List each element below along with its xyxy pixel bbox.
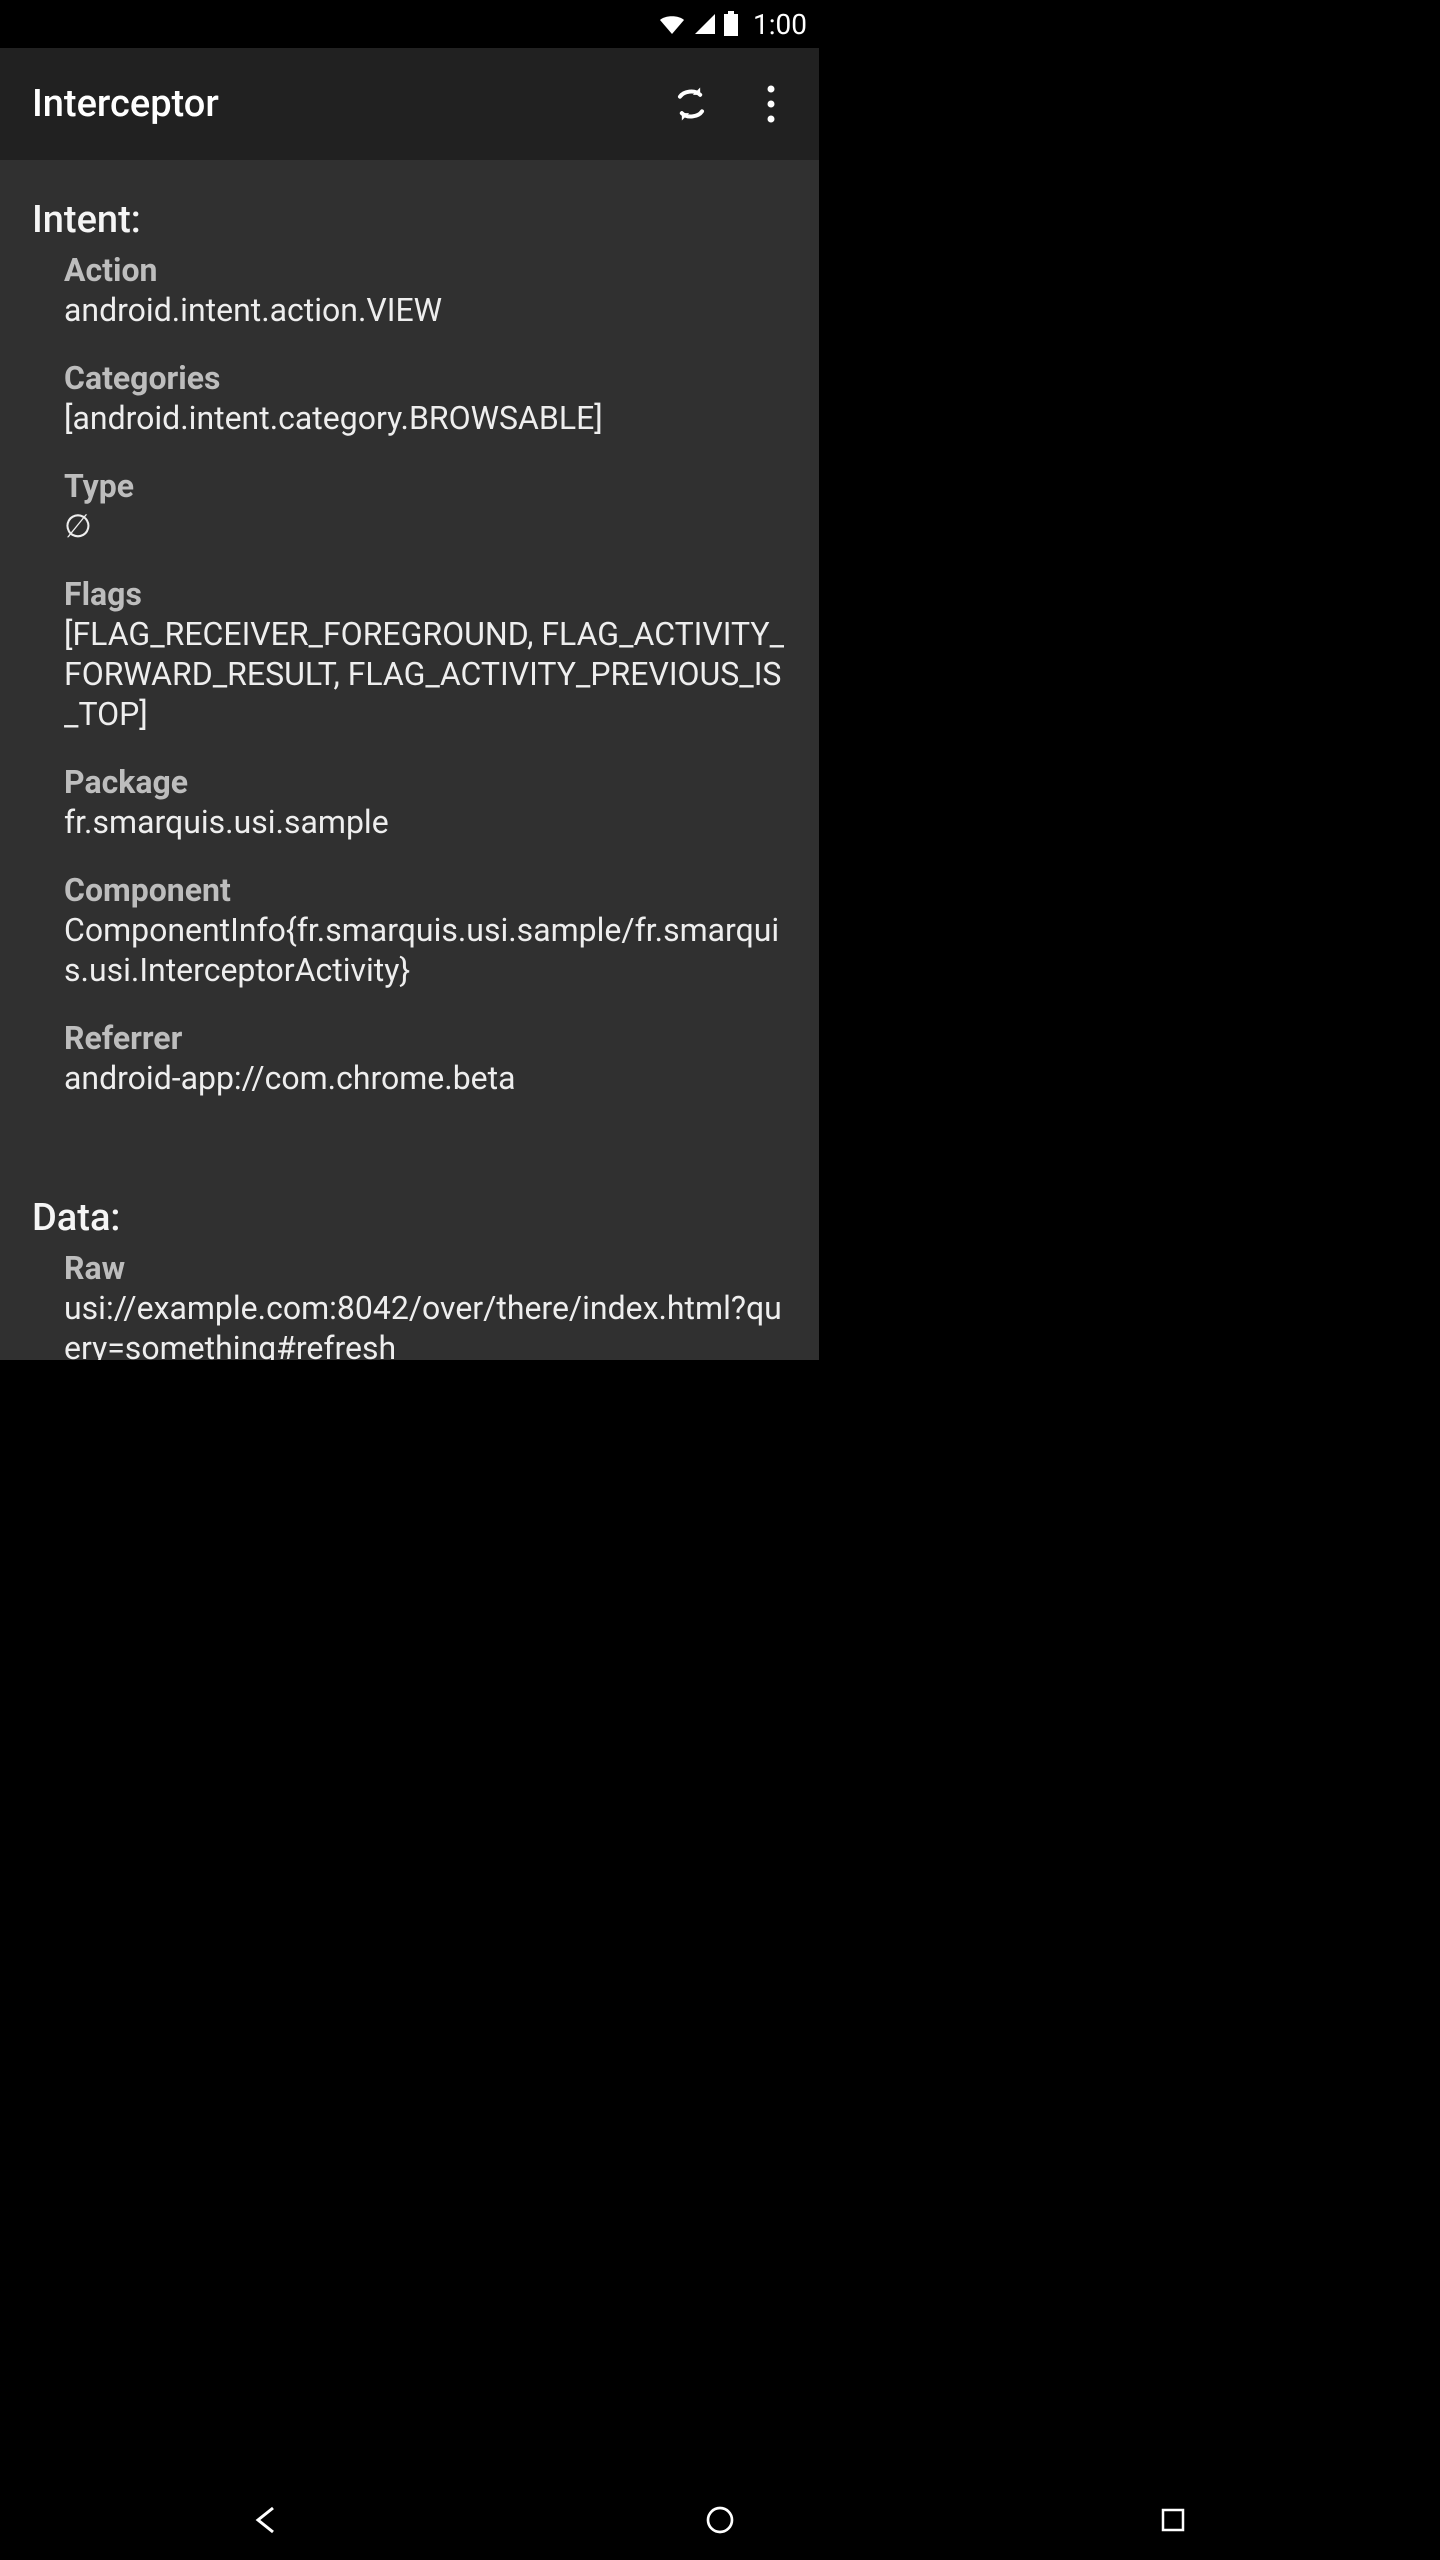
back-button[interactable]	[207, 2490, 327, 2550]
raw-value: usi://example.com:8042/over/there/index.…	[64, 1288, 787, 1360]
type-value: ∅	[64, 506, 787, 546]
wifi-icon	[657, 12, 687, 36]
package-label: Package	[64, 762, 787, 802]
section-intent-title: Intent:	[32, 198, 787, 242]
battery-icon	[723, 11, 739, 37]
content-scroll[interactable]: Intent: Action android.intent.action.VIE…	[0, 160, 819, 1360]
recents-button[interactable]	[1113, 2490, 1233, 2550]
referrer-label: Referrer	[64, 1018, 787, 1058]
appbar-actions	[667, 80, 803, 128]
refresh-icon[interactable]	[667, 80, 715, 128]
component-label: Component	[64, 870, 787, 910]
navbar	[0, 2480, 1440, 2560]
statusbar: 1:00	[0, 0, 819, 48]
app-title: Interceptor	[32, 82, 219, 126]
more-icon[interactable]	[747, 80, 795, 128]
package-value: fr.smarquis.usi.sample	[64, 802, 787, 842]
appbar: Interceptor	[0, 48, 819, 160]
categories-value: [android.intent.category.BROWSABLE]	[64, 398, 787, 438]
flags-label: Flags	[64, 574, 787, 614]
status-clock: 1:00	[753, 8, 807, 41]
categories-label: Categories	[64, 358, 787, 398]
component-value: ComponentInfo{fr.smarquis.usi.sample/fr.…	[64, 910, 787, 990]
action-value: android.intent.action.VIEW	[64, 290, 787, 330]
type-label: Type	[64, 466, 787, 506]
referrer-value: android-app://com.chrome.beta	[64, 1058, 787, 1098]
home-button[interactable]	[660, 2490, 780, 2550]
raw-label: Raw	[64, 1248, 787, 1288]
flags-value: [FLAG_RECEIVER_FOREGROUND, FLAG_ACTIVITY…	[64, 614, 787, 734]
cell-signal-icon	[693, 12, 717, 36]
data-block: Raw usi://example.com:8042/over/there/in…	[32, 1248, 787, 1360]
intent-block: Action android.intent.action.VIEW Catego…	[32, 250, 787, 1098]
section-data-title: Data:	[32, 1196, 787, 1240]
action-label: Action	[64, 250, 787, 290]
